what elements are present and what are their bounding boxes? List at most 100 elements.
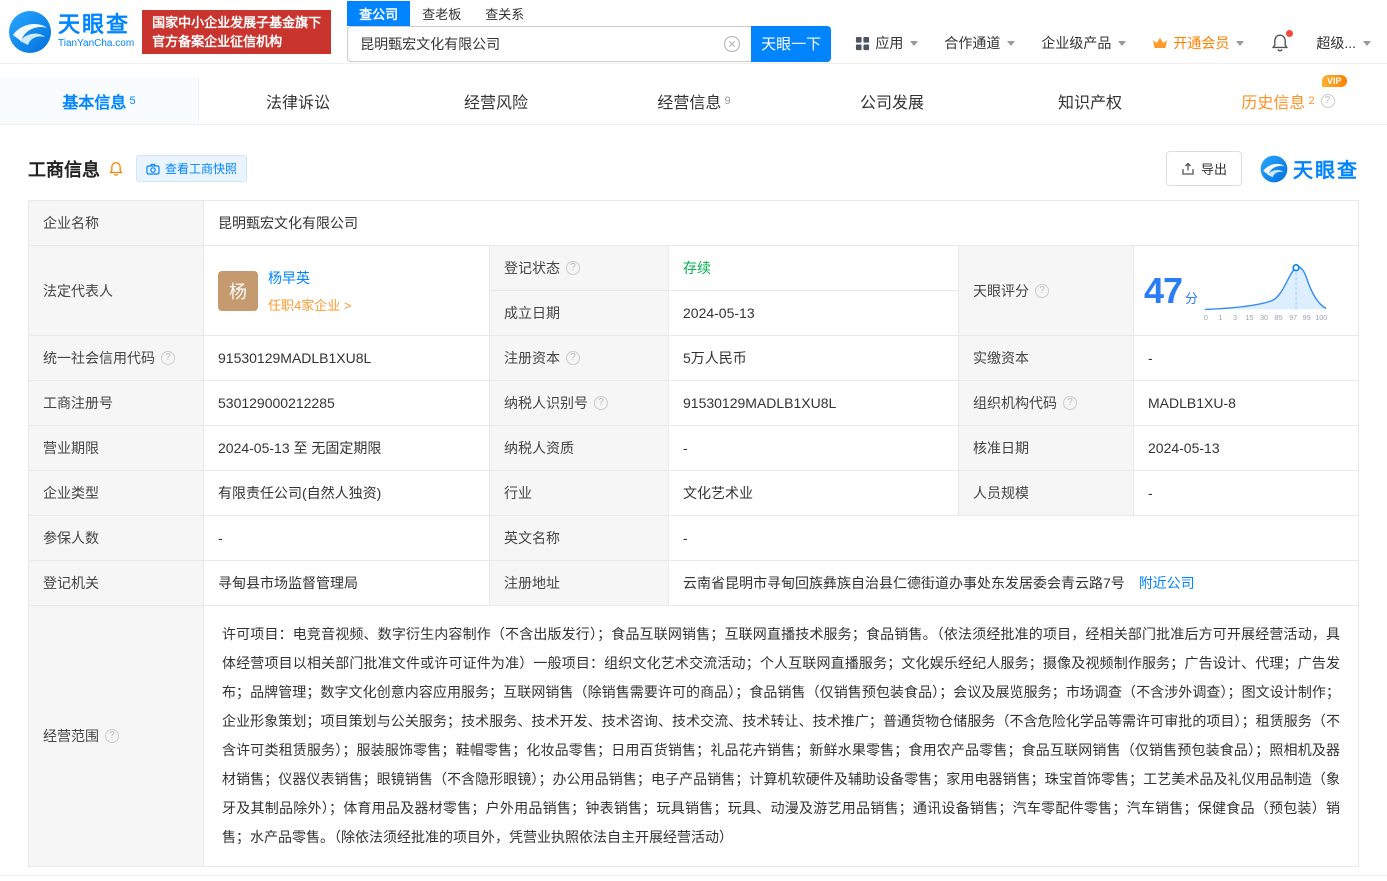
tab-intellectual-property[interactable]: 知识产权 bbox=[991, 77, 1189, 124]
help-icon[interactable] bbox=[161, 351, 175, 365]
tab-count: 9 bbox=[724, 94, 731, 107]
business-scope-value: 许可项目：电竞音视频、数字衍生内容制作（不含出版发行）；食品互联网销售；互联网直… bbox=[203, 605, 1359, 867]
tab-basic-info[interactable]: 基本信息 5 bbox=[0, 77, 199, 124]
export-icon bbox=[1182, 162, 1194, 175]
search-tab-company[interactable]: 查公司 bbox=[347, 1, 411, 26]
reg-authority-value: 寻甸县市场监督管理局 bbox=[203, 560, 490, 606]
table-row: 登记机关 寻甸县市场监督管理局 注册地址 云南省昆明市寻甸回族彝族自治县仁德街道… bbox=[28, 560, 1359, 606]
camera-icon bbox=[146, 163, 160, 175]
help-icon[interactable] bbox=[1063, 396, 1077, 410]
staff-size-value: - bbox=[1133, 470, 1359, 516]
chevron-down-icon bbox=[1236, 40, 1245, 46]
subscribe-bell-icon[interactable] bbox=[108, 161, 124, 177]
reg-address-value: 云南省昆明市寻甸回族彝族自治县仁德街道办事处东发居委会青云路7号 附近公司 bbox=[668, 560, 1359, 606]
nav-enterprise-label: 企业级产品 bbox=[1041, 35, 1112, 51]
field-label-text: 统一社会信用代码 bbox=[43, 350, 155, 366]
search-tab-boss[interactable]: 查老板 bbox=[410, 1, 473, 26]
tab-legal-proceedings[interactable]: 法律诉讼 bbox=[199, 77, 397, 124]
svg-text:30: 30 bbox=[1260, 313, 1268, 322]
help-icon[interactable] bbox=[566, 261, 580, 275]
logo-subtitle: TianYanCha.com bbox=[58, 38, 135, 49]
business-term-value: 2024-05-13 至 无固定期限 bbox=[203, 425, 490, 471]
nav-apps[interactable]: 应用 bbox=[855, 33, 919, 53]
company-name-value: 昆明甄宏文化有限公司 bbox=[203, 200, 1359, 246]
tab-history-info[interactable]: 历史信息 2 VIP bbox=[1189, 74, 1387, 124]
nav-cooperation[interactable]: 合作通道 bbox=[944, 33, 1016, 53]
snapshot-button[interactable]: 查看工商快照 bbox=[136, 155, 248, 182]
search-button[interactable]: 天眼一下 bbox=[751, 25, 832, 62]
legal-rep-label: 法定代表人 bbox=[28, 245, 204, 336]
tab-label: 历史信息 bbox=[1241, 94, 1306, 112]
credit-code-label: 统一社会信用代码 bbox=[28, 335, 204, 381]
tab-label: 基本信息 bbox=[62, 94, 127, 112]
nav-vip-label: 开通会员 bbox=[1173, 35, 1230, 51]
table-row: 企业名称 昆明甄宏文化有限公司 bbox=[28, 200, 1359, 246]
snapshot-button-label: 查看工商快照 bbox=[165, 162, 238, 176]
english-name-value: - bbox=[668, 515, 1359, 561]
business-term-label: 营业期限 bbox=[28, 425, 204, 471]
score-cell: 47 分 0 1 3 15 30 85 97 99 100 bbox=[1133, 245, 1359, 336]
section-tools: 导出 天眼查 bbox=[1165, 151, 1359, 186]
approve-date-label: 核准日期 bbox=[958, 425, 1134, 471]
tab-label: 经营信息 bbox=[657, 94, 722, 112]
score-value: 47 bbox=[1144, 269, 1183, 311]
reg-capital-value: 5万人民币 bbox=[668, 335, 959, 381]
search-input[interactable] bbox=[347, 25, 752, 62]
legal-rep-avatar[interactable]: 杨 bbox=[218, 270, 258, 311]
svg-text:0: 0 bbox=[1204, 313, 1208, 322]
legal-rep-name-link[interactable]: 杨早英 bbox=[268, 268, 351, 288]
brand-eye-icon bbox=[1260, 155, 1288, 182]
taxpayer-quality-value: - bbox=[668, 425, 959, 471]
reg-number-value: 530129000212285 bbox=[203, 380, 490, 426]
company-tabbar: 基本信息 5 法律诉讼 经营风险 经营信息 9 公司发展 知识产权 历史信息 2… bbox=[0, 74, 1387, 125]
crown-icon bbox=[1153, 38, 1168, 48]
help-icon[interactable] bbox=[566, 351, 580, 365]
section-title: 工商信息 bbox=[28, 159, 100, 180]
chevron-down-icon bbox=[910, 40, 919, 46]
nav-vip[interactable]: 开通会员 bbox=[1152, 33, 1245, 53]
approve-date-value: 2024-05-13 bbox=[1133, 425, 1359, 471]
certification-badge-line1: 国家中小企业发展子基金旗下 bbox=[152, 14, 322, 30]
field-label-text: 天眼评分 bbox=[973, 282, 1029, 299]
svg-text:100: 100 bbox=[1315, 313, 1327, 322]
tab-company-development[interactable]: 公司发展 bbox=[793, 77, 991, 124]
divider bbox=[0, 875, 1387, 881]
industry-label: 行业 bbox=[489, 470, 669, 516]
notification-bell[interactable] bbox=[1270, 30, 1294, 53]
legal-rep-positions-link[interactable]: 任职4家企业 > bbox=[268, 295, 351, 314]
company-type-value: 有限责任公司(自然人独资) bbox=[203, 470, 490, 516]
table-row: 工商注册号 530129000212285 纳税人识别号 91530129MAD… bbox=[28, 380, 1359, 426]
field-label-text: 登记状态 bbox=[504, 260, 560, 276]
export-button[interactable]: 导出 bbox=[1165, 151, 1242, 186]
taxpayer-quality-label: 纳税人资质 bbox=[489, 425, 669, 471]
legal-rep-cell: 杨 杨早英 任职4家企业 > bbox=[203, 245, 490, 336]
nearby-companies-link[interactable]: 附近公司 bbox=[1139, 575, 1195, 591]
help-icon[interactable] bbox=[1035, 283, 1049, 298]
tab-business-risk[interactable]: 经营风险 bbox=[397, 77, 595, 124]
search-area: 查公司 查老板 查关系 天眼一下 bbox=[347, 1, 832, 62]
chevron-down-icon bbox=[1007, 40, 1016, 46]
org-code-label: 组织机构代码 bbox=[958, 380, 1134, 426]
brand-watermark: 天眼查 bbox=[1260, 154, 1359, 183]
table-row: 参保人数 - 英文名称 - bbox=[28, 515, 1359, 561]
help-icon[interactable] bbox=[1320, 93, 1335, 108]
help-icon[interactable] bbox=[105, 729, 119, 743]
table-row: 经营范围 许可项目：电竞音视频、数字衍生内容制作（不含出版发行）；食品互联网销售… bbox=[28, 605, 1359, 867]
tianyancha-logo[interactable]: 天眼查 TianYanCha.com bbox=[8, 10, 134, 54]
search-tab-relation[interactable]: 查关系 bbox=[473, 1, 536, 26]
clear-search-icon[interactable] bbox=[723, 35, 741, 53]
nav-apps-label: 应用 bbox=[875, 35, 904, 51]
help-icon[interactable] bbox=[594, 396, 608, 410]
status-badge: 存续 bbox=[683, 260, 711, 276]
field-label-text: 经营范围 bbox=[43, 728, 99, 744]
industry-value: 文化艺术业 bbox=[668, 470, 959, 516]
table-row: 营业期限 2024-05-13 至 无固定期限 纳税人资质 - 核准日期 202… bbox=[28, 425, 1359, 471]
logo-text: 天眼查 TianYanCha.com bbox=[58, 14, 134, 49]
tab-operating-info[interactable]: 经营信息 9 bbox=[595, 77, 793, 124]
field-label-text: 纳税人识别号 bbox=[504, 395, 588, 411]
insured-count-label: 参保人数 bbox=[28, 515, 204, 561]
nav-enterprise[interactable]: 企业级产品 bbox=[1041, 33, 1127, 53]
establish-date-value: 2024-05-13 bbox=[668, 290, 959, 336]
nav-account[interactable]: 超级... bbox=[1316, 33, 1371, 53]
certification-badge-line2: 官方备案企业征信机构 bbox=[152, 33, 283, 49]
